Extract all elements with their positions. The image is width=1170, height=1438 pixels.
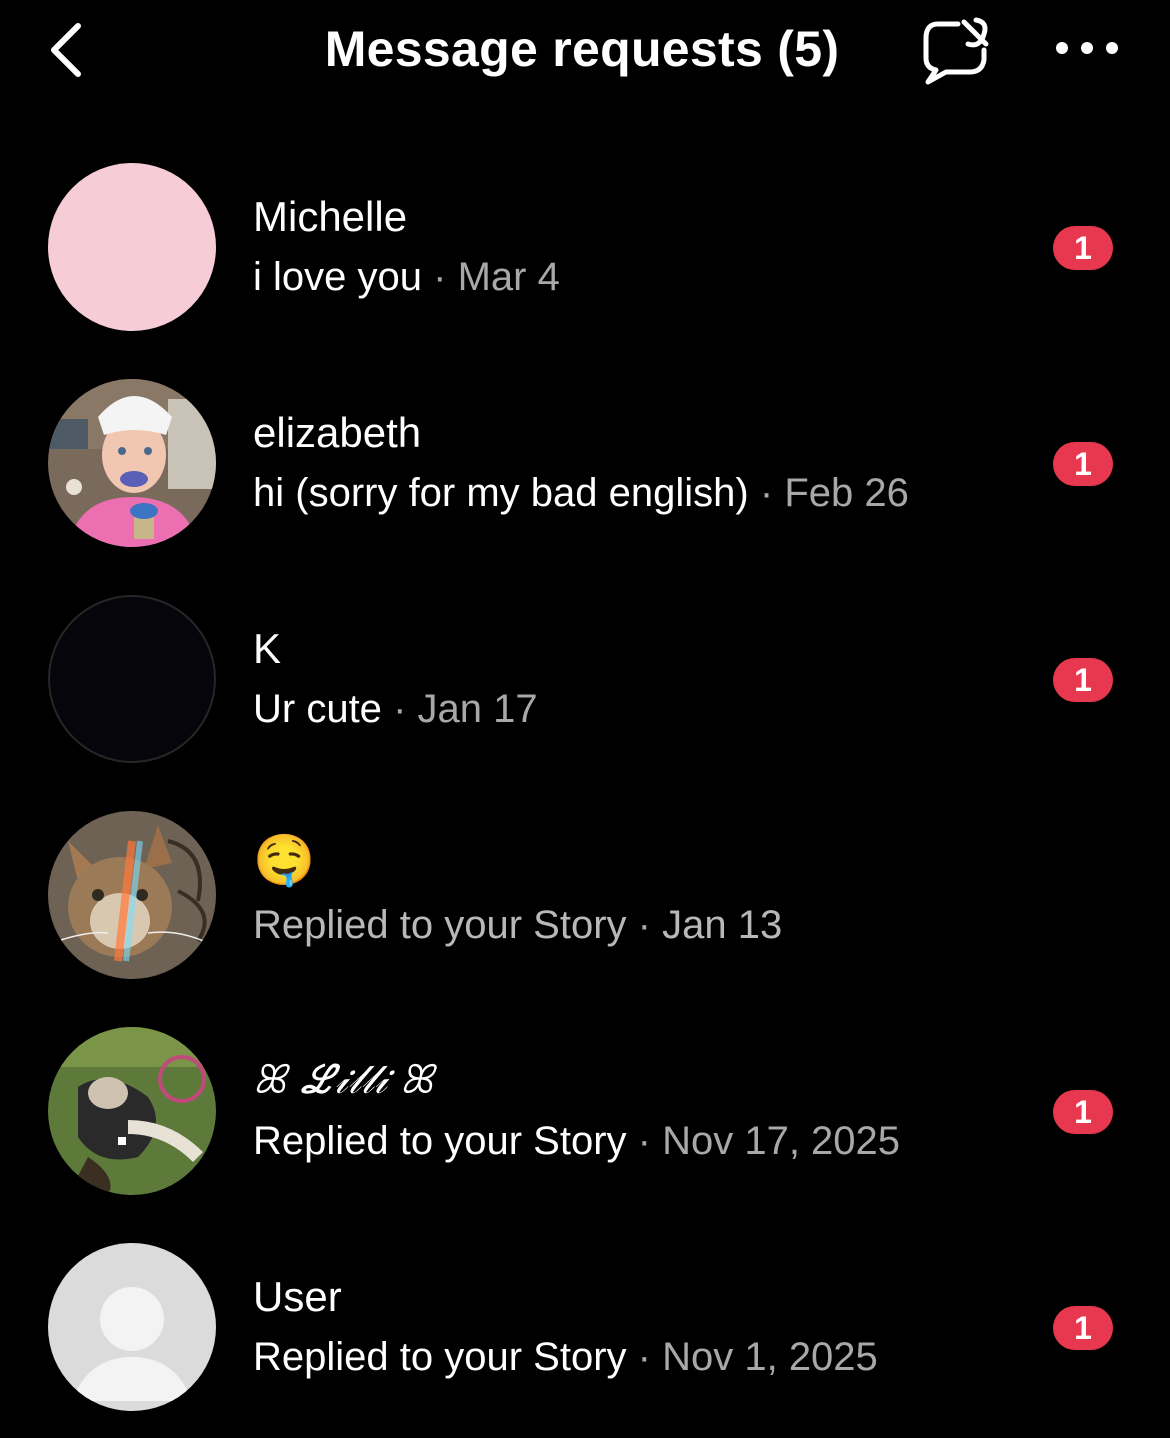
sender-name: K: [253, 625, 282, 672]
request-row[interactable]: Michelle i love you · Mar 4 1: [0, 139, 1170, 355]
request-row[interactable]: User Replied to your Story · Nov 1, 2025…: [0, 1219, 1170, 1435]
message-filter-icon: [923, 17, 989, 85]
header: Message requests (5): [0, 0, 1170, 110]
unread-badge: 1: [1053, 226, 1113, 270]
unread-badge: 1: [1053, 442, 1113, 486]
message-preview: hi (sorry for my bad english) · Feb 26: [253, 471, 909, 515]
message-date: Jan 13: [662, 903, 783, 947]
sender-name: Michelle: [253, 193, 408, 240]
message-date: Jan 17: [417, 687, 538, 731]
avatar[interactable]: [48, 1027, 216, 1195]
message-date: Nov 1, 2025: [662, 1335, 878, 1379]
request-row[interactable]: K Ur cute · Jan 17 1: [0, 571, 1170, 787]
message-preview: Replied to your Story · Nov 17, 2025: [253, 1119, 901, 1163]
avatar[interactable]: [48, 1243, 216, 1411]
message-request-list: Michelle i love you · Mar 4 1 elizabeth …: [0, 139, 1170, 1435]
filter-requests-button[interactable]: [918, 14, 994, 86]
avatar[interactable]: [48, 811, 216, 979]
sender-name: User: [253, 1273, 342, 1320]
message-preview: Replied to your Story · Jan 13: [253, 903, 783, 947]
message-preview: i love you · Mar 4: [253, 255, 560, 299]
request-row[interactable]: elizabeth hi (sorry for my bad english) …: [0, 355, 1170, 571]
message-date: Mar 4: [457, 255, 560, 299]
avatar[interactable]: [48, 379, 216, 547]
page-title: Message requests (5): [324, 21, 840, 77]
request-row[interactable]: ꕤ ℒ𝒾𝓁𝓁𝒾 ꕤ Replied to your Story · Nov 17…: [0, 1003, 1170, 1219]
sender-name: 🤤: [253, 832, 316, 888]
unread-badge: 1: [1053, 658, 1113, 702]
cat-photo: [48, 811, 216, 979]
child-photo: [48, 379, 216, 547]
unread-badge: 1: [1053, 1306, 1113, 1350]
avatar[interactable]: [48, 595, 216, 763]
sender-name: elizabeth: [253, 409, 422, 456]
unread-badge: 1: [1053, 1090, 1113, 1134]
grass-photo: [48, 1027, 216, 1195]
ellipsis-icon: [1056, 42, 1118, 54]
avatar[interactable]: [48, 163, 216, 331]
message-preview: Replied to your Story · Nov 1, 2025: [253, 1335, 878, 1379]
more-options-button[interactable]: [1052, 30, 1122, 66]
request-row[interactable]: 🤤 Replied to your Story · Jan 13: [0, 787, 1170, 1003]
default-user-icon: [72, 1287, 192, 1401]
message-date: Nov 17, 2025: [662, 1119, 901, 1163]
message-date: Feb 26: [784, 471, 909, 515]
sender-name: ꕤ ℒ𝒾𝓁𝓁𝒾 ꕤ: [253, 1057, 434, 1103]
message-preview: Ur cute · Jan 17: [253, 687, 538, 731]
